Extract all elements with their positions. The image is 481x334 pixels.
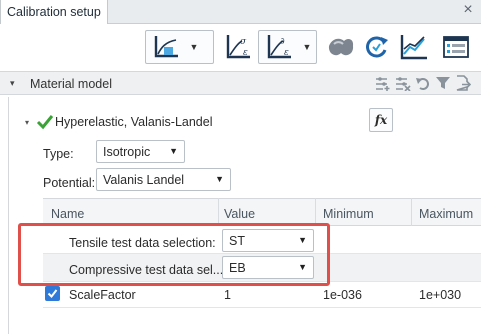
chart-plot-button[interactable]: ▼: [145, 30, 214, 64]
chart-plot-icon: [146, 31, 186, 63]
filter-icon[interactable]: [435, 75, 451, 91]
stress-strain-delta-button[interactable]: ∂ ε ▼: [258, 30, 317, 64]
export-icon[interactable]: [455, 75, 471, 91]
row-maximum[interactable]: 1e+030: [419, 288, 461, 302]
svg-text:ε: ε: [243, 48, 248, 58]
model-name: Hyperelastic, Valanis-Landel: [55, 115, 213, 129]
row-name: Tensile test data selection:: [69, 236, 216, 250]
compressive-data-select[interactable]: EB ▼: [222, 256, 314, 279]
material-shape-icon[interactable]: [325, 30, 357, 64]
trend-chart-icon[interactable]: [398, 30, 430, 64]
sliders-add-icon[interactable]: [375, 75, 391, 91]
table-header: [43, 198, 481, 226]
potential-label: Potential:: [43, 176, 96, 190]
chevron-down-icon[interactable]: ▼: [299, 31, 315, 63]
section-title: Material model: [30, 77, 112, 91]
refresh-icon[interactable]: [360, 30, 392, 64]
column-header-maximum[interactable]: Maximum: [419, 207, 473, 221]
chevron-down-icon: ▼: [215, 174, 224, 184]
form-panel-icon[interactable]: [440, 30, 472, 64]
title-bar: Calibration setup ×: [0, 0, 481, 24]
stress-strain-icon[interactable]: σ ε: [222, 30, 254, 64]
type-select[interactable]: Isotropic ▼: [96, 140, 185, 163]
undo-icon[interactable]: [415, 75, 431, 91]
chevron-down-icon: ▼: [298, 235, 307, 245]
column-header-value[interactable]: Value: [224, 207, 255, 221]
chevron-down-icon[interactable]: ▼: [186, 31, 202, 63]
fx-button[interactable]: fx: [369, 108, 393, 132]
material-model-section-header[interactable]: ▾ Material model: [0, 71, 481, 95]
tensile-data-value: ST: [229, 233, 245, 248]
sliders-remove-icon[interactable]: [395, 75, 411, 91]
stress-strain-delta-icon: ∂ ε: [259, 31, 299, 63]
row-value[interactable]: 1: [224, 288, 231, 302]
column-header-minimum[interactable]: Minimum: [323, 207, 374, 221]
row-minimum[interactable]: 1e-036: [323, 288, 362, 302]
potential-select[interactable]: Valanis Landel ▼: [96, 168, 231, 191]
potential-select-value: Valanis Landel: [103, 172, 185, 187]
chevron-down-icon: ▼: [298, 262, 307, 272]
scalefactor-checkbox[interactable]: [45, 286, 60, 301]
chevron-down-icon: ▼: [169, 146, 178, 156]
svg-text:σ: σ: [240, 37, 247, 47]
type-select-value: Isotropic: [103, 144, 151, 159]
type-label: Type:: [43, 147, 74, 161]
check-icon: [36, 113, 54, 134]
collapse-caret-icon[interactable]: ▾: [25, 118, 29, 127]
tab-calibration-setup[interactable]: Calibration setup: [0, 0, 108, 24]
svg-text:∂: ∂: [280, 37, 285, 47]
column-header-name[interactable]: Name: [51, 207, 84, 221]
compressive-data-value: EB: [229, 260, 246, 275]
tensile-data-select[interactable]: ST ▼: [222, 229, 314, 252]
row-name: ScaleFactor: [69, 288, 136, 302]
collapse-caret-icon[interactable]: ▾: [10, 78, 15, 89]
svg-text:ε: ε: [284, 48, 289, 58]
row-name: Compressive test data sel...: [69, 263, 224, 277]
close-icon[interactable]: ×: [461, 2, 475, 18]
